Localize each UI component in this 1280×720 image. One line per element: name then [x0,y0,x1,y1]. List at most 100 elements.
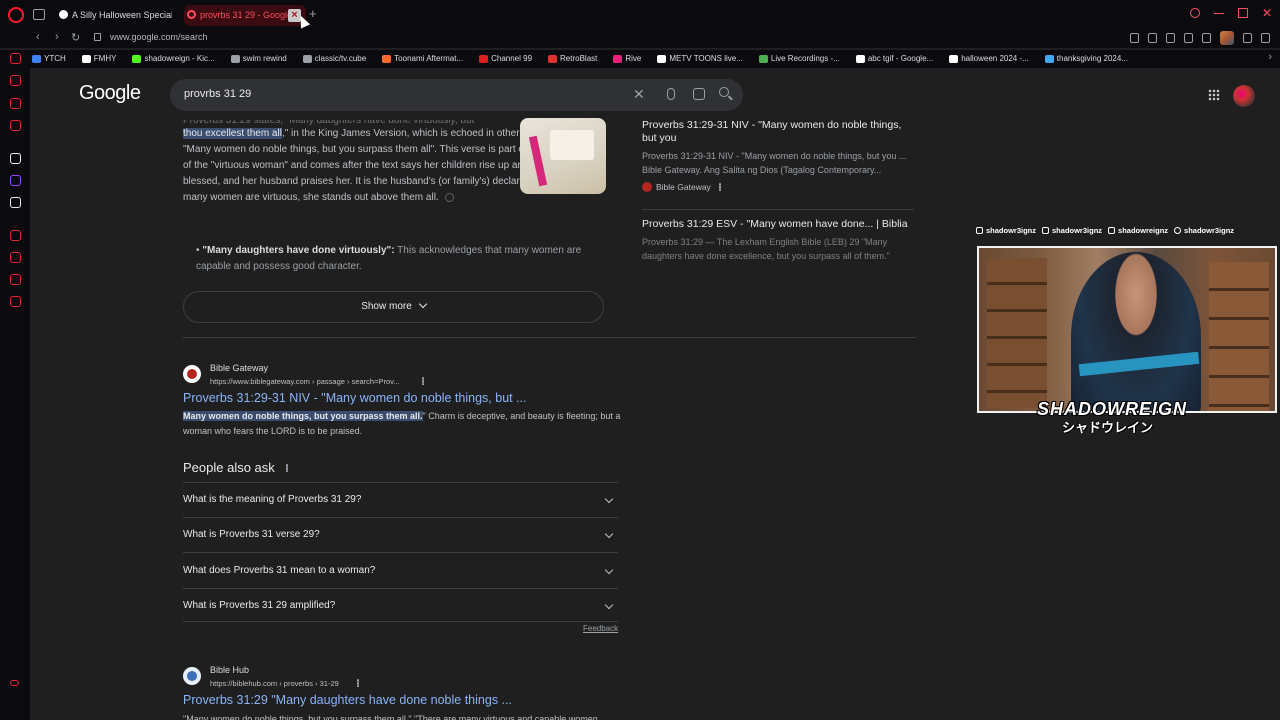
chevron-down-icon [418,299,428,309]
related-divider [642,209,914,210]
snippet-bullet: • "Many daughters have done virtuously":… [196,245,582,272]
search-input[interactable]: provrbs 31 29 [184,88,251,100]
sidebar-history-icon[interactable] [10,252,21,263]
paa-divider [183,552,618,553]
bookmark-item[interactable]: classic/tv.cube [301,50,366,68]
search-box[interactable]: provrbs 31 29 ✕ [170,79,743,111]
result-site-name[interactable]: Bible Gateway [210,363,268,373]
profile-avatar-mini[interactable] [1220,31,1234,45]
microphone-icon[interactable] [667,88,675,100]
paa-item[interactable]: What is Proverbs 31 verse 29? [183,525,618,560]
bookmark-label: shadowreign - Kic... [144,54,215,63]
bookmark-item[interactable]: YTCH [30,50,66,68]
result-site-name[interactable]: Bible Hub [210,665,249,675]
bookmark-item[interactable]: halloween 2024 -... [947,50,1029,68]
bookmark-item[interactable]: Toonami Aftermat... [380,50,463,68]
sidebar-player-icon[interactable] [10,230,21,241]
minimize-icon[interactable] [1214,8,1224,14]
result-more-icon[interactable] [422,377,424,385]
bookmark-item[interactable]: shadowreign - Kic... [130,50,215,68]
clear-search-icon[interactable]: ✕ [633,86,645,103]
sidebar-tiktok-icon[interactable] [10,153,21,164]
bookmark-label: abc tgif - Google... [867,54,934,63]
google-logo[interactable]: Google [79,82,141,105]
related-title[interactable]: Proverbs 31:29 ESV - "Many women have do… [642,218,912,231]
sidebar-x-icon[interactable] [10,197,21,208]
search-icon[interactable] [719,87,729,97]
tab-google-search[interactable]: provrbs 31 29 - Google × [184,5,306,26]
result-title-link[interactable]: Proverbs 31:29 "Many daughters have done… [183,693,512,707]
heart-icon[interactable] [1184,33,1193,43]
more-options-icon[interactable] [719,183,722,191]
paa-item[interactable]: What is the meaning of Proverbs 31 29? [183,490,618,525]
bookmark-icon[interactable] [1130,33,1139,43]
bullet-bold: "Many daughters have done virtuously": [202,245,395,256]
related-title[interactable]: Proverbs 31:29-31 NIV - "Many women do n… [642,119,912,145]
workspaces-icon[interactable] [33,9,45,20]
bookmarks-bar: YTCH FMHY shadowreign - Kic... swim rewind c… [30,50,1280,68]
bookmarks-overflow-icon[interactable]: › [1268,51,1272,63]
new-tab-icon[interactable]: + [309,6,317,21]
bible-hub-logo-icon [187,671,197,681]
tab-search-icon[interactable] [1190,8,1200,18]
related-card-2[interactable]: Proverbs 31:29 ESV - "Many women have do… [642,218,912,273]
extensions-icon[interactable] [1202,33,1211,43]
bookmark-favicon-icon [548,55,558,63]
paa-more-icon[interactable] [286,464,289,472]
bookmark-favicon-icon [758,55,768,63]
bookmark-label: Toonami Aftermat... [394,54,464,63]
sidebar-music-icon[interactable] [10,98,21,109]
paa-divider [183,482,618,483]
sidebar-aria-icon[interactable] [10,53,21,64]
bookmark-label: METV TOONS live... [669,54,743,63]
bookmark-favicon-icon [855,55,865,63]
bookmark-item[interactable]: RetroBlast [546,50,597,68]
paa-item[interactable]: What is Proverbs 31 29 amplified? [183,596,618,631]
tab-halloween-special[interactable]: A Silly Halloween Special [56,5,172,26]
player-icon[interactable] [1166,33,1175,43]
related-card-1[interactable]: Proverbs 31:29-31 NIV - "Many women do n… [642,119,912,192]
sidebar-gx-icon[interactable] [10,680,19,686]
bookmark-item[interactable]: Channel 99 [477,50,532,68]
close-window-icon[interactable]: ✕ [1262,7,1272,19]
url-field[interactable]: www.google.com/search [110,32,208,42]
sidebar-twitch-icon[interactable] [10,175,21,186]
reload-icon[interactable]: ↻ [71,31,80,44]
google-lens-icon[interactable] [693,88,705,100]
feedback-link[interactable]: Feedback [583,624,618,633]
forward-icon[interactable]: › [55,31,59,43]
result-more-icon[interactable] [357,679,359,687]
link-icon[interactable] [445,192,455,202]
show-more-button[interactable]: Show more [183,291,604,323]
result-url[interactable]: https://www.biblegateway.com › passage ›… [210,377,400,386]
bookmark-item[interactable]: METV TOONS live... [655,50,743,68]
google-apps-icon[interactable] [1208,89,1220,101]
sidebar-messenger-icon[interactable] [10,75,21,86]
sidebar-extensions-icon[interactable] [10,274,21,285]
opera-logo-icon[interactable] [8,7,24,23]
bookmark-item[interactable]: FMHY [80,50,116,68]
tab-title: A Silly Halloween Special [72,10,172,20]
bookmark-item[interactable]: Live Recordings -... [757,50,840,68]
lock-icon[interactable] [94,33,101,41]
related-source-name: Bible Gateway [656,182,711,192]
back-icon[interactable]: ‹ [36,31,40,43]
bookmark-item[interactable]: thanksgiving 2024... [1043,50,1128,68]
result-title-link[interactable]: Proverbs 31:29-31 NIV - "Many women do n… [183,391,527,405]
snippet-thumbnail[interactable] [520,118,606,194]
paa-item[interactable]: What does Proverbs 31 mean to a woman? [183,561,618,596]
sidebar-settings-icon[interactable] [10,296,21,307]
maximize-icon[interactable] [1238,8,1248,18]
bookmark-item[interactable]: Rive [611,50,641,68]
bookmark-label: halloween 2024 -... [961,54,1029,63]
sidebar-gmail-icon[interactable] [10,120,21,131]
bookmark-item[interactable]: abc tgif - Google... [854,50,933,68]
bookmark-favicon-icon [949,55,959,63]
easy-setup-icon[interactable] [1261,33,1270,43]
result-url[interactable]: https://biblehub.com › proverbs › 31-29 [210,679,339,688]
download-icon[interactable] [1243,33,1252,43]
address-bar: ‹ › ↻ www.google.com/search [0,30,1280,48]
account-avatar[interactable] [1233,85,1255,107]
bookmark-item[interactable]: swim rewind [229,50,287,68]
snapshot-icon[interactable] [1148,33,1157,43]
